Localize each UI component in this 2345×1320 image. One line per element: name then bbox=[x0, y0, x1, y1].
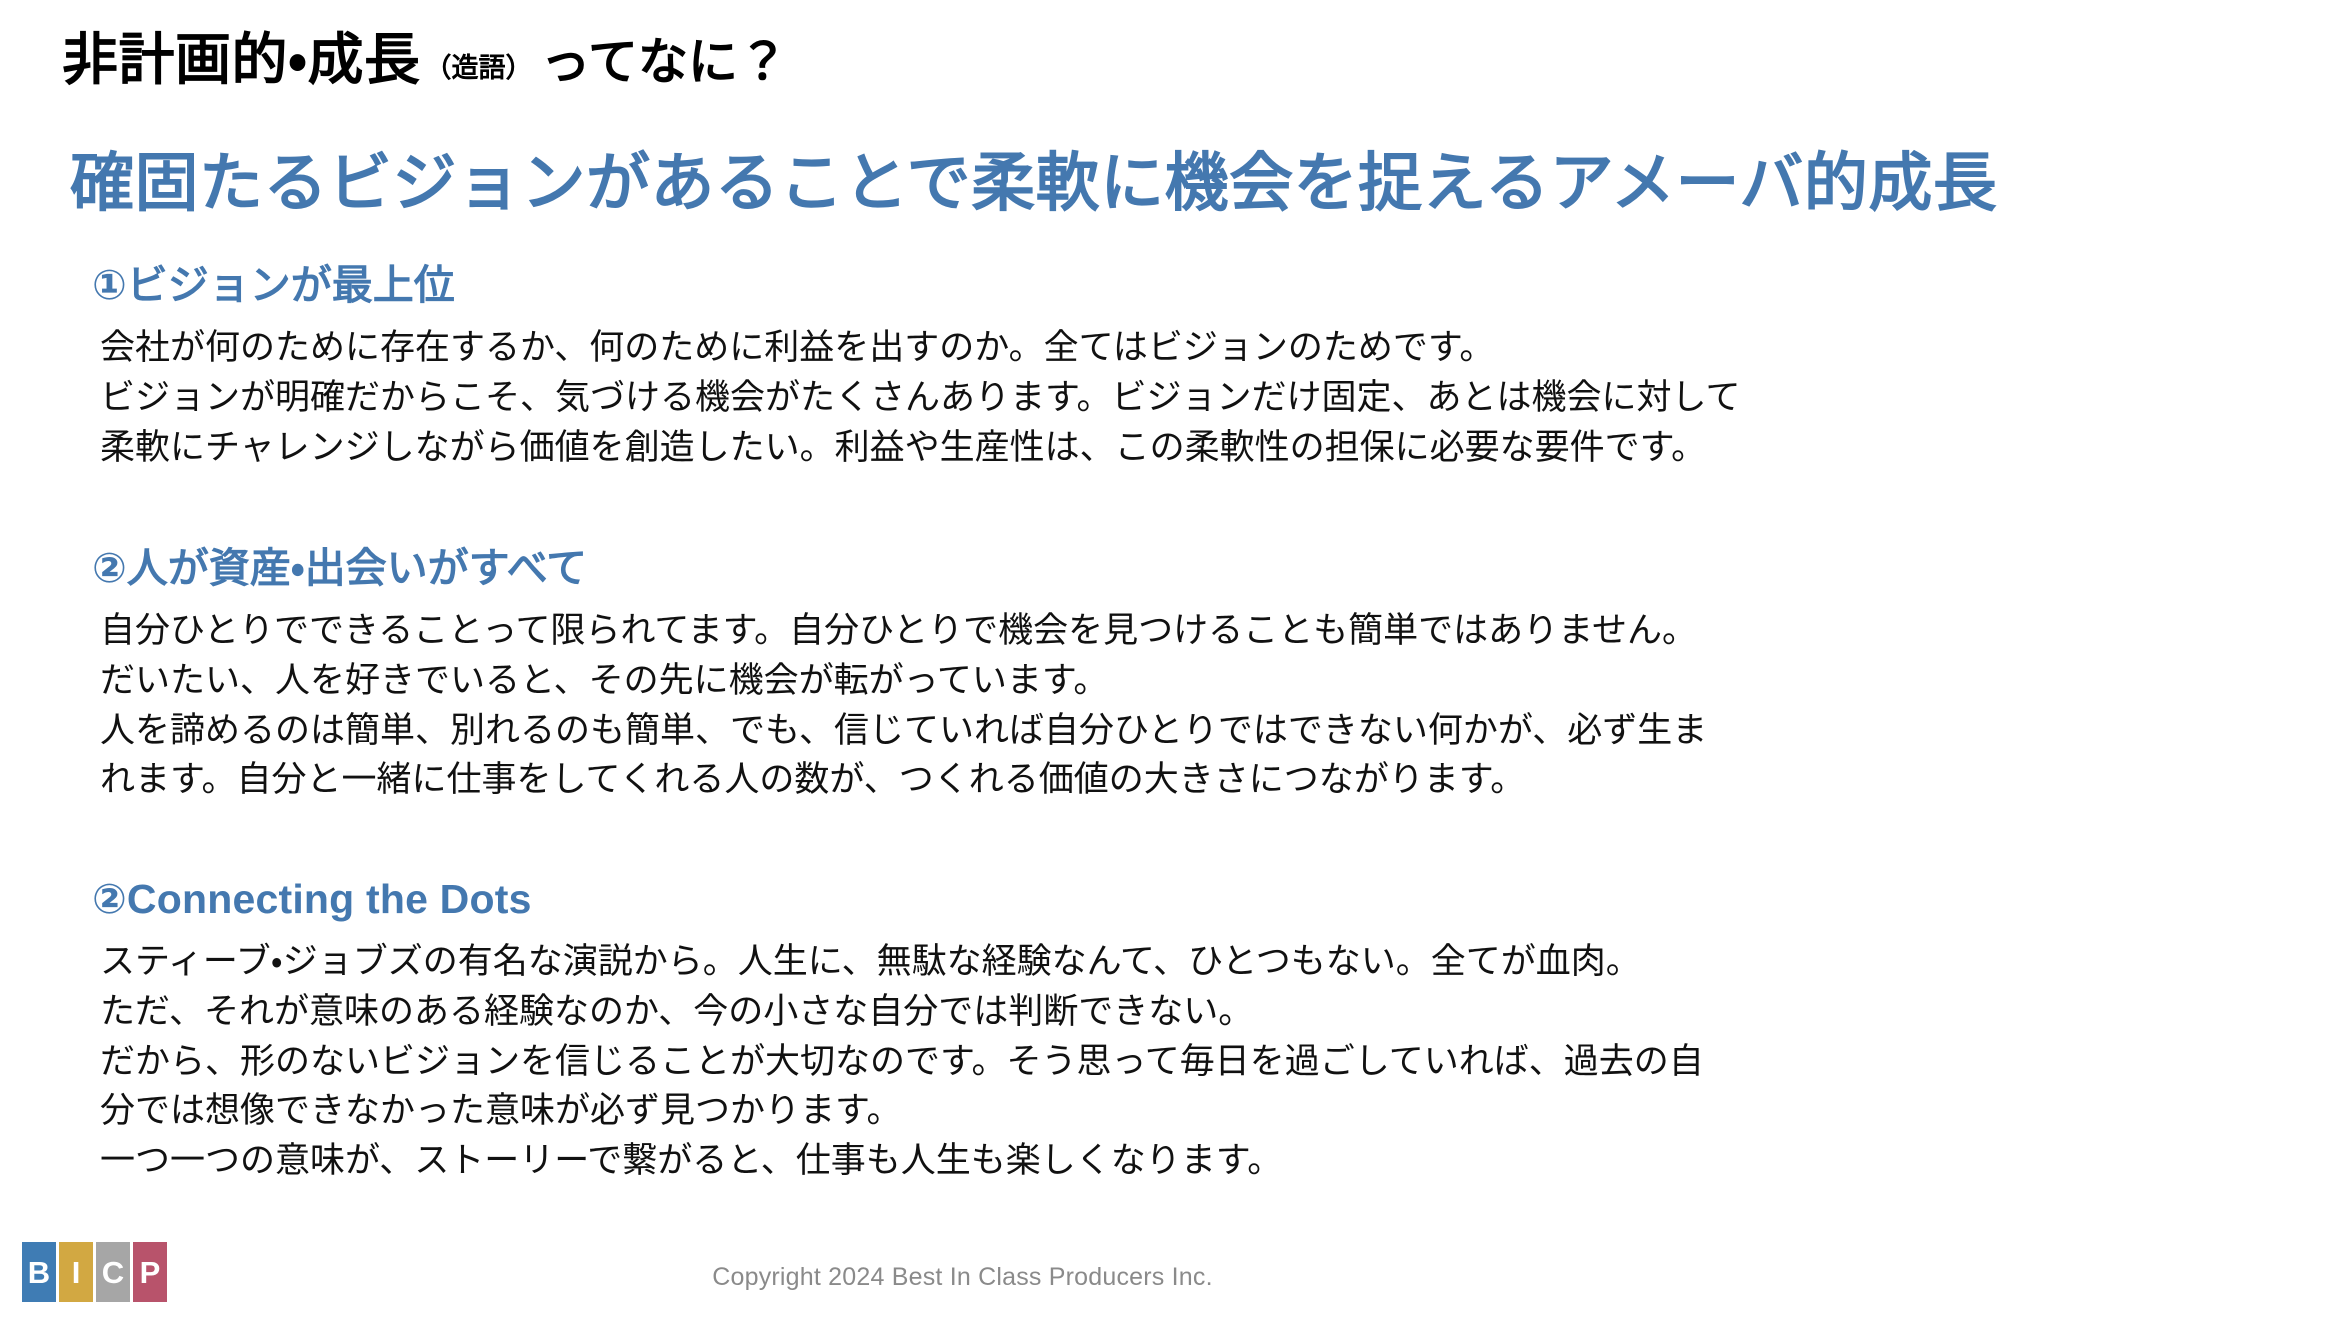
body-line: 一つ一つの意味が、ストーリーで繋がると、仕事も人生も楽しくなります。 bbox=[100, 1140, 1283, 1180]
section-heading-connecting-the-dots: ②Connecting the Dots bbox=[92, 876, 532, 922]
slide-title-tail: ってなに？ bbox=[540, 34, 789, 90]
body-line: 柔軟にチャレンジしながら価値を創造したい。利益や生産性は、この柔軟性の担保に必要… bbox=[100, 427, 1707, 467]
section-heading-people: ②人が資産・出会いがすべて bbox=[92, 545, 588, 591]
slide-headline: 確固たるビジョンがあることで柔軟に機会を捉えるアメーバ的成長 bbox=[70, 147, 1998, 219]
body-line: ただ、それが意味のある経験なのか、今の小さな自分では判断できない。 bbox=[100, 991, 1254, 1031]
slide-title-main: 非計画的・成長 bbox=[62, 28, 421, 91]
section-body-vision: 会社が何のために存在するか、何のために利益を出すのか。全てはビジョンのためです。… bbox=[92, 323, 2305, 472]
section-body-people: 自分ひとりでできることって限られてます。自分ひとりで機会を見つけることも簡単では… bbox=[92, 606, 2305, 805]
section-connecting-the-dots: ②Connecting the Dots スティーブ・ジョブズの有名な演説から。… bbox=[92, 876, 2305, 1186]
slide-title-parenthetical: （造語） bbox=[424, 53, 533, 83]
section-heading-vision: ①ビジョンが最上位 bbox=[92, 262, 455, 308]
copyright-text: Copyright 2024 Best In Class Producers I… bbox=[712, 1263, 1213, 1291]
body-line: 分では想像できなかった意味が必ず見つかります。 bbox=[100, 1091, 902, 1131]
section-vision: ①ビジョンが最上位 会社が何のために存在するか、何のために利益を出すのか。全ては… bbox=[92, 262, 2305, 472]
body-line: 人を諦めるのは簡単、別れるのも簡単、でも、信じていれば自分ひとりではできない何か… bbox=[100, 710, 1708, 750]
section-people: ②人が資産・出会いがすべて 自分ひとりでできることって限られてます。自分ひとりで… bbox=[92, 545, 2305, 805]
body-line: だから、形のないビジョンを信じることが大切なのです。そう思って毎日を過ごしていれ… bbox=[100, 1041, 1704, 1081]
body-line: ビジョンが明確だからこそ、気づける機会がたくさんあります。ビジョンだけ固定、あと… bbox=[100, 377, 1741, 417]
slide-title: 非計画的・成長 （造語） ってなに？ bbox=[62, 32, 788, 88]
slide-footer: B I C P Copyright 2024 Best In Class Pro… bbox=[0, 1224, 2345, 1320]
section-body-connecting-the-dots: スティーブ・ジョブズの有名な演説から。人生に、無駄な経験なんて、ひとつもない。全… bbox=[92, 937, 2305, 1185]
body-line: だいたい、人を好きでいると、その先に機会が転がっています。 bbox=[100, 660, 1109, 700]
body-line: 会社が何のために存在するか、何のために利益を出すのか。全てはビジョンのためです。 bbox=[100, 328, 1495, 368]
body-line: 自分ひとりでできることって限られてます。自分ひとりで機会を見つけることも簡単では… bbox=[100, 611, 1698, 651]
slide-canvas: 非計画的・成長 （造語） ってなに？ 確固たるビジョンがあることで柔軟に機会を捉… bbox=[0, 0, 2345, 1320]
body-line: スティーブ・ジョブズの有名な演説から。人生に、無駄な経験なんて、ひとつもない。全… bbox=[100, 942, 1641, 982]
body-line: れます。自分と一緒に仕事をしてくれる人の数が、つくれる価値の大きさにつながります… bbox=[100, 760, 1526, 800]
